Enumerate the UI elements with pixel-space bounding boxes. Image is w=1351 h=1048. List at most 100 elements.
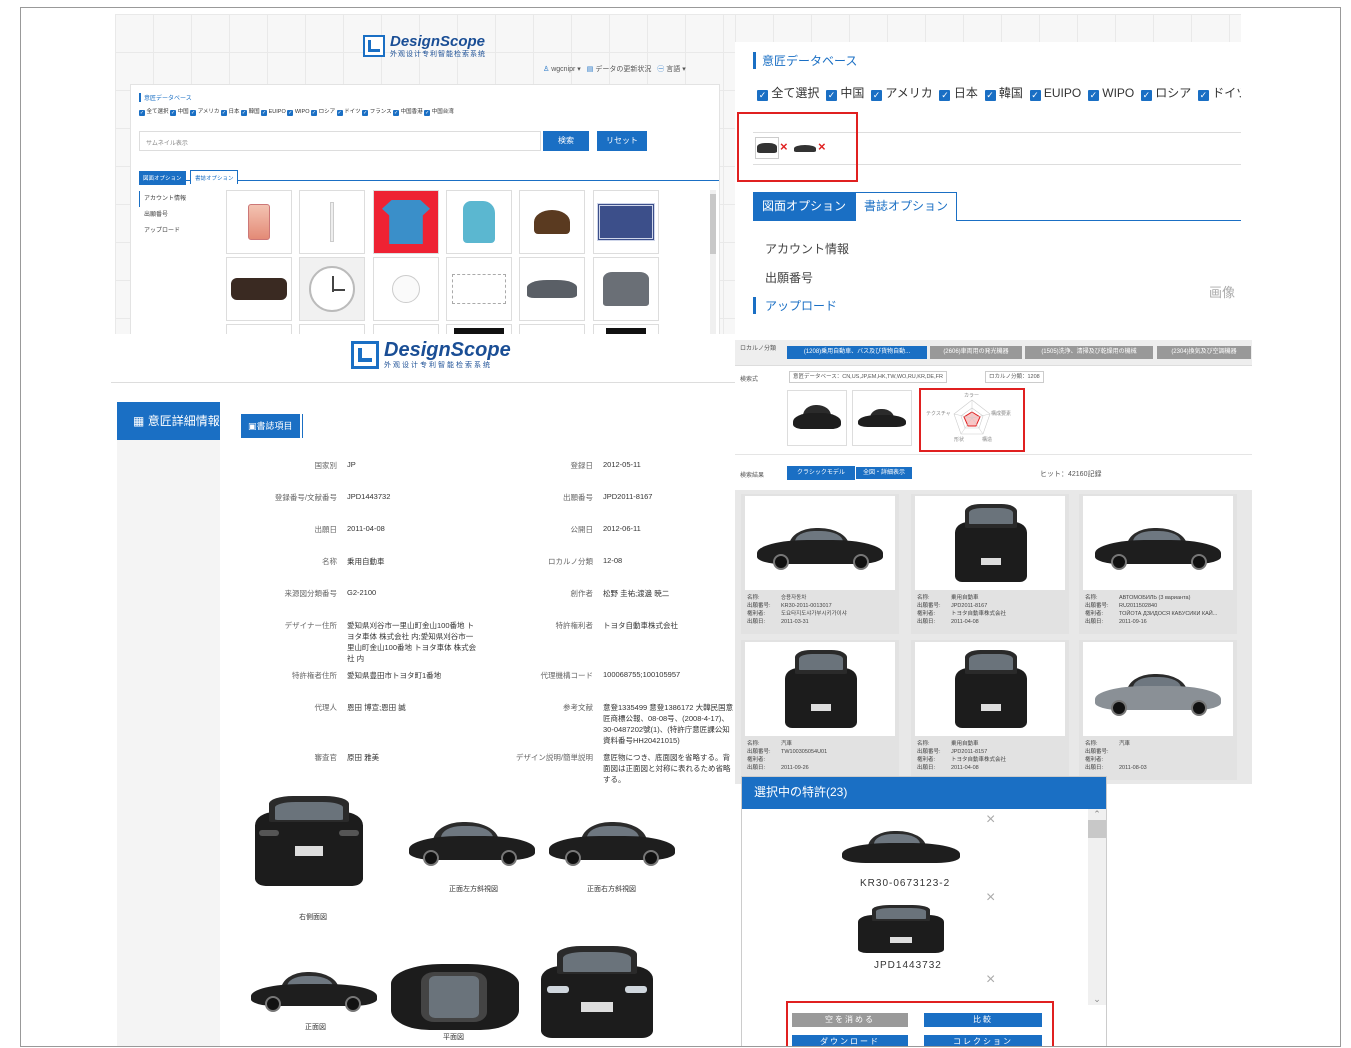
thumbnail-carpet[interactable] [593, 190, 659, 254]
tab-detail-view[interactable]: 全図・詳細表示 [855, 466, 913, 480]
selected-car-1[interactable] [842, 829, 960, 867]
result-field-label: 名称: [747, 741, 760, 747]
result-field-label: 権利者: [917, 611, 936, 617]
result-info: 名称: 汽車 出願番号: TW100305054U01 権利者: 出願日: 2011-09-… [747, 740, 897, 772]
tab-classic-model[interactable]: クラシックモデル [787, 466, 855, 480]
bibliographic-row: 代理人 恩田 博宣;恩田 誠 参考文献 意登1335499 意登1386172 大韓民… [251, 702, 735, 752]
remove-icon[interactable]: × [986, 889, 995, 907]
scroll-down-icon[interactable]: ⌄ [1088, 994, 1106, 1005]
country-checkbox[interactable]: ロシア [311, 109, 335, 116]
user-menu[interactable]: wgcnipr [551, 66, 575, 73]
country-checkbox[interactable]: 中国 [170, 109, 189, 116]
country-checkbox[interactable]: ロシア [1140, 86, 1191, 101]
result-image[interactable] [1083, 642, 1233, 736]
country-checkbox[interactable]: WIPO [287, 109, 310, 116]
locarno-tag[interactable]: (1505)洗浄、清掃及び乾燥用の機械 [1025, 346, 1153, 359]
thumbnail-tshirt[interactable] [373, 190, 439, 254]
country-checkbox[interactable]: 中国台湾 [424, 109, 454, 116]
result-image[interactable] [915, 642, 1065, 736]
drawing-rear[interactable] [251, 794, 367, 894]
drawing-front[interactable] [251, 970, 377, 1014]
tab-drawing-options[interactable]: 図面オプション [753, 192, 856, 221]
update-status-link[interactable]: データの更新状況 [595, 66, 651, 73]
search-button[interactable]: 検索 [543, 131, 589, 151]
remove-icon[interactable]: × [986, 971, 995, 989]
tab-bibliographic[interactable]: ▣書誌項目 [241, 414, 300, 438]
country-checkbox[interactable]: ドイツ [1197, 86, 1241, 101]
result-field-value: TW100305054U01 [781, 749, 828, 755]
result-image[interactable] [1083, 496, 1233, 590]
result-image[interactable] [915, 496, 1065, 590]
result-field-value: 汽車 [1119, 741, 1131, 747]
thumbnail-suv-front[interactable] [593, 257, 659, 321]
country-checkbox[interactable]: 韓国 [984, 86, 1023, 101]
thumbnail-search-input[interactable]: サムネイル表示 [139, 131, 541, 151]
screenshot-collage: DesignScope 外观设计专利智能检索系统 ♙ wgcnipr ▾ ▤ デ… [20, 7, 1341, 1047]
country-checkbox[interactable]: 中国 [826, 86, 864, 101]
field-label: 名称 [322, 557, 337, 566]
result-card[interactable]: 名称: 乗用自動車 出願番号: JPD2011-8157 権利者: トヨタ自動車株式会社出… [911, 640, 1069, 780]
thumbnail-perfume[interactable] [226, 190, 292, 254]
thumbnail-stand[interactable] [299, 190, 365, 254]
selected-scrollbar[interactable]: ⌃ ⌄ [1088, 809, 1106, 1005]
menu-account-info[interactable]: アカウント情報 [765, 240, 849, 257]
detail-sidebar: ▦ 意匠詳細情報 [117, 402, 220, 1046]
country-checkbox[interactable]: フランス [362, 109, 392, 116]
result-field-label: 出願日: [1085, 619, 1104, 625]
result-card[interactable]: 名称: 乗用自動車 出願番号: JPD2011-8167 権利者: トヨタ自動車株式会社出… [911, 494, 1069, 634]
thumbnail-bulb[interactable] [373, 257, 439, 321]
country-checkbox[interactable]: EUIPO [261, 109, 286, 116]
scroll-up-icon[interactable]: ⌃ [1088, 809, 1106, 820]
field-value: 松野 圭祐;渡邊 暁二 [603, 589, 670, 598]
thumbnail-clock[interactable] [299, 257, 365, 321]
country-checkbox[interactable]: 中国香港 [393, 109, 423, 116]
tab-bibliographic-options[interactable]: 書誌オプション [855, 192, 958, 221]
result-card[interactable]: 名称: 汽車 出願番号: TW100305054U01 権利者: 出願日: 2011-09-… [741, 640, 899, 780]
country-checkbox[interactable]: EUIPO [1029, 86, 1081, 101]
tab-drawing-options[interactable]: 図面オプション [139, 171, 186, 185]
result-image[interactable] [745, 642, 895, 736]
field-label: 参考文献 [563, 703, 593, 712]
country-checkbox[interactable]: 日本 [939, 86, 978, 101]
thumbnail-lamp[interactable] [519, 190, 585, 254]
thumbnail-kettle[interactable] [446, 190, 512, 254]
grid-scrollbar[interactable] [710, 190, 716, 340]
locarno-tag[interactable]: (1208)乗用自動車、バス及び貨物自動... [787, 346, 927, 359]
query-car-2[interactable] [852, 390, 912, 446]
query-car-1[interactable] [787, 390, 847, 446]
result-card[interactable]: 名称: 승용자동차 出願番号: KR30-2011-0013017 権利者: 도요타지도샤… [741, 494, 899, 634]
thumbnail-sofa[interactable] [226, 257, 292, 321]
country-checkbox[interactable]: 韓国 [241, 109, 260, 116]
menu-upload[interactable]: アップロード [139, 223, 186, 239]
drawing-top[interactable] [391, 964, 519, 1030]
menu-application-number[interactable]: 出願番号 [139, 207, 186, 223]
selected-car-2[interactable] [856, 903, 946, 957]
drawing-front-right[interactable] [547, 820, 677, 866]
language-menu[interactable]: 言語 [666, 66, 680, 73]
locarno-tag[interactable]: (2606)車両用の発光機器 [930, 346, 1022, 359]
locarno-tag[interactable]: (2304)換気及び空調機器 [1157, 346, 1251, 359]
thumbnail-suv[interactable] [519, 257, 585, 321]
result-image[interactable] [745, 496, 895, 590]
country-checkbox[interactable]: アメリカ [190, 109, 219, 116]
brand-name: DesignScope [390, 33, 486, 50]
result-card[interactable]: 名称: АВТОМОБИЛЬ (3 варианта) 出願番号: RU2011502… [1079, 494, 1237, 634]
selected-title: 選択中の特許(23) [754, 785, 848, 799]
country-checkbox[interactable]: 日本 [220, 109, 240, 116]
reset-button[interactable]: リセット [597, 131, 647, 151]
country-checkbox[interactable]: 全て選択 [139, 109, 169, 116]
remove-icon[interactable]: × [986, 811, 995, 829]
country-checkbox[interactable]: WIPO [1087, 86, 1134, 101]
drawing-right-side[interactable] [537, 942, 657, 1042]
thumbnail-pattern[interactable] [446, 257, 512, 321]
result-card[interactable]: 名称: 汽車 出願番号: 権利者: 出願日: 2011-08-03 [1079, 640, 1237, 780]
tab-bibliographic-options[interactable]: 書誌オプション [189, 170, 239, 184]
menu-application-number[interactable]: 出願番号 [765, 269, 813, 286]
menu-upload[interactable]: アップロード [753, 297, 837, 314]
drawing-front-left[interactable] [407, 820, 537, 866]
country-checkbox[interactable]: アメリカ [871, 86, 933, 101]
country-checkbox[interactable]: 全て選択 [757, 86, 819, 101]
country-checkbox[interactable]: ドイツ [336, 109, 361, 116]
result-field-value: 2011-04-08 [951, 765, 979, 771]
menu-account-info[interactable]: アカウント情報 [139, 191, 186, 207]
